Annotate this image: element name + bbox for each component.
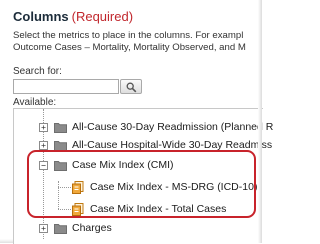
tree-item-label: All-Cause 30-Day Readmission (Planned R (72, 121, 274, 133)
columns-title-text: Columns (13, 9, 69, 24)
tree-item-charges[interactable]: + Charges (14, 222, 263, 236)
expand-icon[interactable]: + (39, 123, 48, 132)
available-label: Available: (13, 97, 57, 108)
callout-highlight (27, 150, 256, 218)
description-line: Outcome Cases – Mortality, Mortality Obs… (13, 42, 246, 53)
columns-title: Columns (Required) (13, 9, 133, 24)
tree-item-all-cause-30-day-readmission[interactable]: + All-Cause 30-Day Readmission (Planned … (14, 121, 273, 135)
columns-description: Select the metrics to place in the colum… (13, 30, 259, 54)
folder-icon (54, 224, 67, 234)
columns-panel: Columns (Required) Select the metrics to … (0, 0, 273, 244)
expand-icon[interactable]: + (39, 141, 48, 150)
search-icon (126, 82, 137, 93)
tree-item-label: Charges (72, 222, 112, 234)
search-label: Search for: (13, 66, 62, 77)
description-line: Select the metrics to place in the colum… (13, 30, 244, 41)
folder-icon (54, 123, 67, 133)
search-input[interactable] (13, 79, 119, 94)
required-indicator: (Required) (71, 9, 134, 24)
search-button[interactable] (120, 79, 142, 94)
expand-icon[interactable]: + (39, 224, 48, 233)
